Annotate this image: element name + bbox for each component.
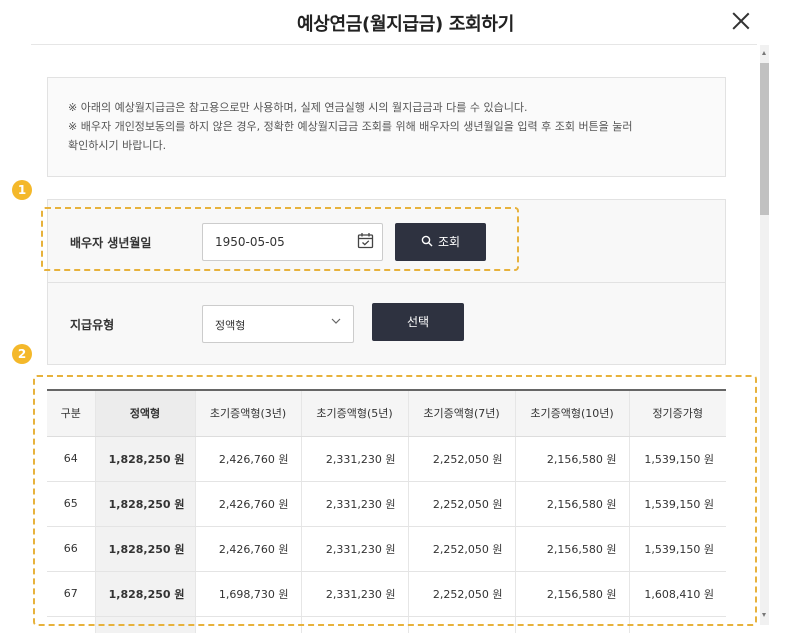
table-cell: 2,426,760 원 [195, 481, 302, 527]
table-header: 초기증액형(3년) [195, 389, 302, 437]
type-label: 지급유형 [70, 318, 115, 332]
table-cell: 1,608,410 원 [629, 571, 726, 617]
table-cell [95, 616, 196, 633]
table-header: 초기증액형(10년) [515, 389, 630, 437]
table-cell: 1,539,150 원 [629, 436, 726, 482]
table-cell: 1,539,150 원 [629, 526, 726, 572]
modal-header: 예상연금(월지급금) 조회하기 [0, 0, 811, 44]
table-cell: 1,828,250 원 [95, 571, 196, 617]
age-cell: 68 [47, 616, 96, 633]
notice-line: ※ 아래의 예상월지급금은 참고용으로만 사용하며, 실제 연금실행 시의 월지… [68, 101, 528, 114]
table-cell: 2,156,580 원 [515, 436, 630, 482]
table-cell: 2,252,050 원 [408, 481, 516, 527]
form-divider [48, 282, 725, 283]
table-header: 정액형 [95, 389, 196, 437]
notice-line: ※ 배우자 개인정보동의를 하지 않은 경우, 정확한 예상월지급금 조회를 위… [68, 120, 633, 133]
notice-box: ※ 아래의 예상월지급금은 참고용으로만 사용하며, 실제 연금실행 시의 월지… [47, 77, 726, 177]
notice-line: 확인하시기 바랍니다. [68, 139, 167, 152]
modal-title: 예상연금(월지급금) 조회하기 [297, 14, 514, 35]
table-row: 67 1,828,250 원 1,698,730 원 2,331,230 원 2… [47, 571, 726, 617]
age-cell: 66 [47, 526, 96, 572]
search-button-label: 조회 [437, 235, 461, 249]
table-cell: 1,539,150 원 [629, 481, 726, 527]
step-badge-2: 2 [12, 344, 32, 364]
table-cell: 2,331,230 원 [301, 526, 409, 572]
table-cell: 2,331,230 원 [301, 436, 409, 482]
calendar-icon[interactable] [357, 232, 374, 249]
table-cell: 2,252,050 원 [408, 526, 516, 572]
birth-date-value: 1950-05-05 [215, 235, 285, 249]
table-cell: 1,828,250 원 [95, 436, 196, 482]
table-cell: 2,156,580 원 [515, 526, 630, 572]
birth-label: 배우자 생년월일 [70, 236, 152, 250]
search-button[interactable]: 조회 [395, 223, 486, 261]
birth-date-input[interactable]: 1950-05-05 [202, 223, 383, 261]
table-header: 정기증가형 [629, 389, 726, 437]
close-icon[interactable] [730, 10, 752, 32]
table-row: 66 1,828,250 원 2,426,760 원 2,331,230 원 2… [47, 526, 726, 572]
scrollbar[interactable] [760, 45, 769, 625]
table-cell: 2,156,580 원 [515, 571, 630, 617]
table-cell: 2,331,230 원 [301, 481, 409, 527]
scroll-up-icon[interactable] [762, 51, 766, 55]
table-cell: 2,252,050 원 [408, 571, 516, 617]
scroll-thumb[interactable] [760, 63, 769, 215]
age-cell: 64 [47, 436, 96, 482]
payment-type-value: 정액형 [215, 319, 246, 332]
chevron-down-icon [331, 318, 341, 324]
table-cell [408, 616, 516, 633]
table-header: 구분 [47, 389, 96, 437]
payment-type-select[interactable]: 정액형 [202, 305, 354, 343]
table-row: 65 1,828,250 원 2,426,760 원 2,331,230 원 2… [47, 481, 726, 527]
table-row: 68 [47, 616, 726, 633]
table-header-row: 구분 정액형 초기증액형(3년) 초기증액형(5년) 초기증액형(7년) 초기증… [47, 389, 726, 437]
table-cell: 1,828,250 원 [95, 526, 196, 572]
select-button[interactable]: 선택 [372, 303, 464, 341]
search-icon [421, 235, 433, 247]
age-cell: 65 [47, 481, 96, 527]
scroll-down-icon[interactable] [762, 613, 766, 617]
table-cell: 2,331,230 원 [301, 571, 409, 617]
modal-body: ※ 아래의 예상월지급금은 참고용으로만 사용하며, 실제 연금실행 시의 월지… [0, 45, 811, 633]
table-row: 64 1,828,250 원 2,426,760 원 2,331,230 원 2… [47, 436, 726, 482]
search-form: 배우자 생년월일 1950-05-05 조회 지급유형 정액형 선택 [47, 199, 726, 365]
table-cell [515, 616, 630, 633]
table-header: 초기증액형(5년) [301, 389, 409, 437]
age-cell: 67 [47, 571, 96, 617]
table-cell [301, 616, 409, 633]
table-cell: 1,828,250 원 [95, 481, 196, 527]
table-cell: 2,252,050 원 [408, 436, 516, 482]
table-cell [195, 616, 302, 633]
pension-table: 구분 정액형 초기증액형(3년) 초기증액형(5년) 초기증액형(7년) 초기증… [47, 389, 726, 633]
table-cell: 2,426,760 원 [195, 526, 302, 572]
table-header: 초기증액형(7년) [408, 389, 516, 437]
table-cell: 2,426,760 원 [195, 436, 302, 482]
step-badge-1: 1 [12, 180, 32, 200]
table-cell: 1,698,730 원 [195, 571, 302, 617]
table-cell: 2,156,580 원 [515, 481, 630, 527]
table-cell [629, 616, 726, 633]
